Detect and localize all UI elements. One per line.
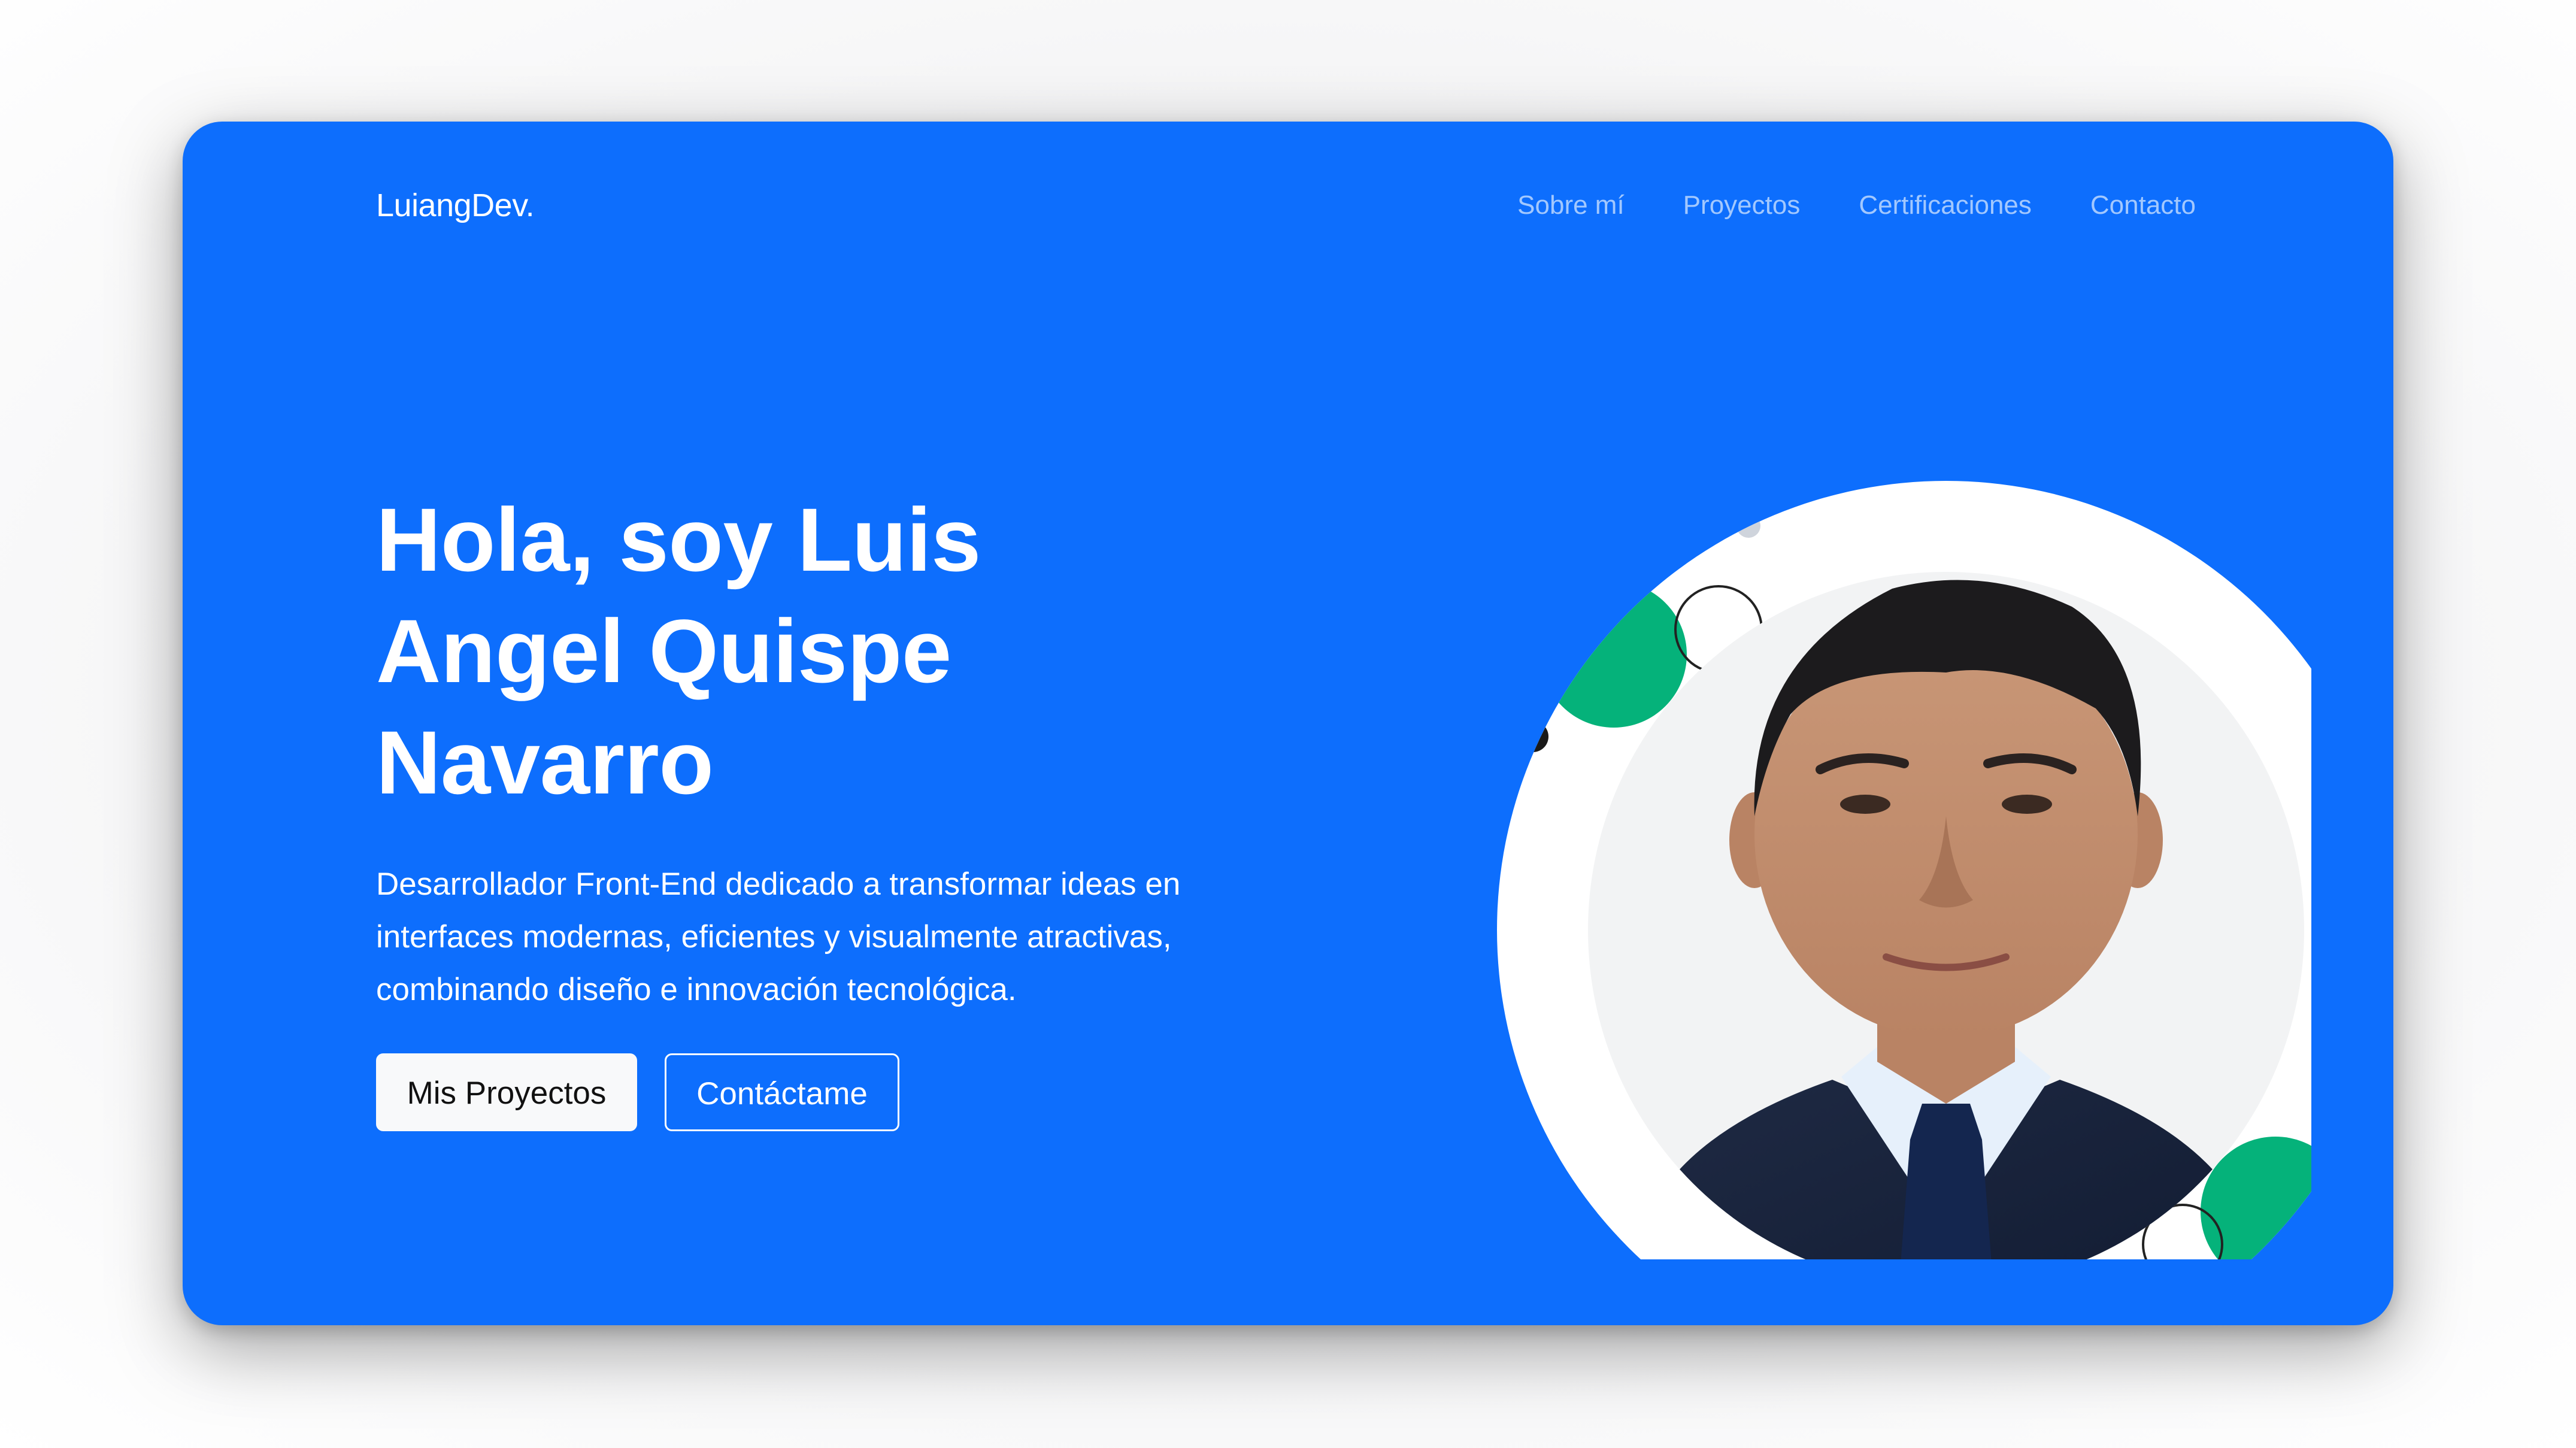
hero-title-line-1: Hola, soy Luis [376, 489, 981, 590]
contactame-button[interactable]: Contáctame [665, 1053, 899, 1131]
decor-dot-top [1736, 514, 1760, 538]
profile-photo [1497, 481, 2311, 1259]
brand-logo[interactable]: LuiangDev. [376, 181, 535, 229]
nav-item-sobre-mi[interactable]: Sobre mí [1517, 181, 1625, 229]
decor-green-circle-top [1541, 581, 1687, 728]
decor-dot-left [1517, 721, 1548, 752]
hero-title-line-2: Angel Quispe [376, 601, 951, 701]
nav-item-contacto[interactable]: Contacto [2090, 181, 2196, 229]
nav-item-certificaciones[interactable]: Certificaciones [1859, 181, 2032, 229]
mis-proyectos-button[interactable]: Mis Proyectos [376, 1053, 637, 1131]
portfolio-window: LuiangDev. Sobre mí Proyectos Certificac… [183, 122, 2393, 1325]
nav-item-proyectos[interactable]: Proyectos [1683, 181, 1801, 229]
hero-description: Desarrollador Front-End dedicado a trans… [376, 867, 1181, 1007]
hero-title-line-3: Navarro [376, 712, 714, 813]
hero-title: Hola, soy Luis Angel Quispe Navarro [376, 484, 1202, 818]
main-nav: Sobre mí Proyectos Certificaciones Conta… [1517, 181, 2196, 229]
photo-eye-left [1840, 795, 1890, 814]
photo-eye-right [2002, 795, 2052, 814]
